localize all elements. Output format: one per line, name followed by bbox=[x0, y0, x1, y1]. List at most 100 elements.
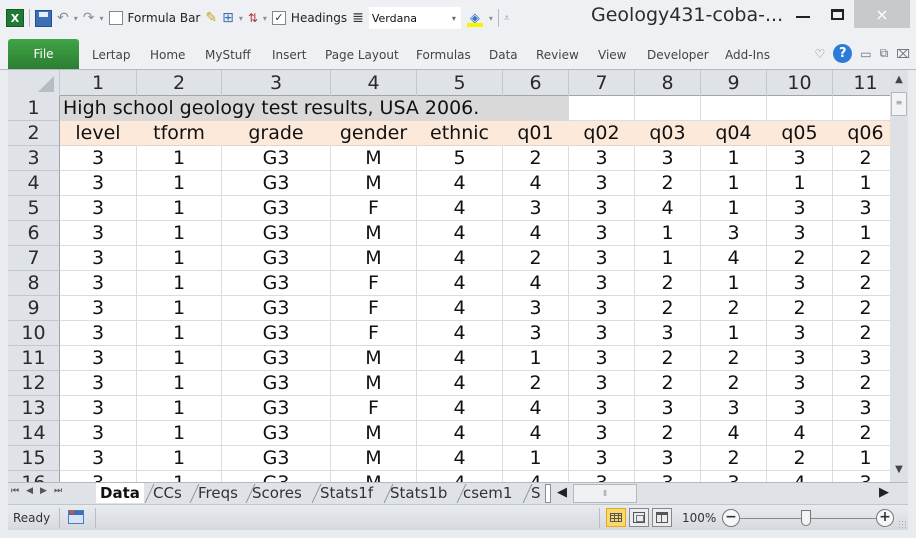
cell[interactable]: 4 bbox=[417, 346, 503, 371]
cell[interactable]: 4 bbox=[417, 321, 503, 346]
tab-mystuff[interactable]: MyStuff bbox=[205, 48, 251, 62]
undo-icon[interactable]: ↶ bbox=[57, 10, 69, 26]
cell[interactable]: 3 bbox=[60, 321, 137, 346]
cell[interactable]: 4 bbox=[417, 371, 503, 396]
cell[interactable]: 4 bbox=[417, 171, 503, 196]
cell[interactable]: 4 bbox=[635, 196, 701, 221]
cell[interactable]: 4 bbox=[503, 396, 569, 421]
cell[interactable]: 3 bbox=[503, 321, 569, 346]
cell[interactable]: 1 bbox=[137, 396, 222, 421]
cell[interactable]: 2 bbox=[833, 321, 890, 346]
cell[interactable]: 3 bbox=[569, 346, 635, 371]
cell[interactable]: 2 bbox=[503, 371, 569, 396]
cell[interactable]: 3 bbox=[635, 146, 701, 171]
vertical-scroll-thumb[interactable]: ≡ bbox=[891, 92, 907, 116]
cell[interactable]: 4 bbox=[417, 421, 503, 446]
cell[interactable]: 1 bbox=[137, 471, 222, 482]
worksheet-grid[interactable]: 1234567891011 1High school geology test … bbox=[8, 70, 890, 482]
cell[interactable]: 3 bbox=[60, 271, 137, 296]
next-sheet-icon[interactable]: ▶ bbox=[40, 486, 47, 496]
cell[interactable]: 4 bbox=[417, 446, 503, 471]
page-layout-view-button[interactable] bbox=[629, 508, 649, 527]
record-macro-icon[interactable] bbox=[68, 510, 84, 524]
select-all-corner[interactable] bbox=[8, 70, 60, 96]
row-number[interactable]: 2 bbox=[8, 121, 60, 146]
zoom-slider-thumb[interactable] bbox=[801, 510, 811, 526]
help-icon[interactable]: ? bbox=[833, 44, 852, 63]
cell[interactable]: 1 bbox=[137, 296, 222, 321]
cell[interactable]: F bbox=[331, 296, 417, 321]
row-number[interactable]: 4 bbox=[8, 171, 60, 196]
column-heading[interactable]: 6 bbox=[503, 70, 569, 96]
cell[interactable]: 1 bbox=[137, 421, 222, 446]
cell[interactable]: M bbox=[331, 171, 417, 196]
cell[interactable]: 4 bbox=[503, 221, 569, 246]
tab-developer[interactable]: Developer bbox=[647, 48, 709, 62]
save-icon[interactable] bbox=[35, 10, 52, 27]
cell[interactable] bbox=[635, 96, 701, 121]
cell[interactable]: 1 bbox=[635, 246, 701, 271]
font-name-select[interactable]: Verdana ▾ bbox=[369, 7, 461, 29]
header-cell[interactable]: q02 bbox=[569, 121, 635, 146]
horizontal-scroll-thumb[interactable]: ⦀ bbox=[573, 484, 637, 503]
cell[interactable]: 2 bbox=[767, 246, 833, 271]
column-heading[interactable]: 7 bbox=[569, 70, 635, 96]
cell[interactable]: 3 bbox=[569, 296, 635, 321]
cell[interactable]: 3 bbox=[767, 221, 833, 246]
cell[interactable]: 1 bbox=[137, 196, 222, 221]
cell[interactable]: 3 bbox=[60, 296, 137, 321]
customize-qat-icon[interactable]: ⩡ bbox=[504, 13, 510, 24]
row-number[interactable]: 8 bbox=[8, 271, 60, 296]
borders-dropdown-icon[interactable]: ▾ bbox=[239, 14, 243, 23]
cell[interactable]: 2 bbox=[503, 146, 569, 171]
cell[interactable]: 2 bbox=[635, 421, 701, 446]
cell[interactable]: G3 bbox=[222, 446, 331, 471]
resize-grip[interactable] bbox=[898, 520, 906, 528]
cell[interactable]: 3 bbox=[60, 396, 137, 421]
cell[interactable]: 4 bbox=[503, 171, 569, 196]
row-number[interactable]: 12 bbox=[8, 371, 60, 396]
redo-icon[interactable]: ↷ bbox=[83, 10, 95, 26]
scroll-down-icon[interactable]: ▼ bbox=[890, 464, 908, 480]
cell[interactable]: 1 bbox=[701, 146, 767, 171]
font-dropdown-icon[interactable]: ▾ bbox=[452, 14, 456, 23]
cell[interactable]: M bbox=[331, 146, 417, 171]
cell[interactable]: 3 bbox=[60, 221, 137, 246]
cell[interactable]: F bbox=[331, 196, 417, 221]
cell[interactable]: 2 bbox=[767, 296, 833, 321]
sheet-title-cell[interactable]: High school geology test results, USA 20… bbox=[60, 96, 569, 121]
sheet-tab-stats1f[interactable]: Stats1f bbox=[320, 483, 373, 503]
tab-lertap[interactable]: Lertap bbox=[92, 48, 130, 62]
cell[interactable]: 2 bbox=[767, 446, 833, 471]
workbook-minimize-icon[interactable]: ▭ bbox=[860, 47, 871, 61]
cell[interactable]: 3 bbox=[767, 146, 833, 171]
fill-color-icon[interactable]: ◈ bbox=[466, 9, 484, 27]
cell[interactable]: 2 bbox=[833, 371, 890, 396]
header-cell[interactable]: gender bbox=[331, 121, 417, 146]
cell[interactable]: 1 bbox=[137, 146, 222, 171]
cell[interactable]: 3 bbox=[503, 296, 569, 321]
cell[interactable]: 1 bbox=[767, 171, 833, 196]
header-cell[interactable]: tform bbox=[137, 121, 222, 146]
headings-checkbox[interactable]: ✓ bbox=[272, 11, 286, 25]
cell[interactable]: 3 bbox=[767, 196, 833, 221]
cell[interactable]: 2 bbox=[701, 446, 767, 471]
zoom-in-button[interactable]: + bbox=[876, 509, 894, 527]
cell[interactable]: 3 bbox=[767, 346, 833, 371]
cell[interactable]: 3 bbox=[569, 171, 635, 196]
tab-review[interactable]: Review bbox=[536, 48, 579, 62]
cell[interactable]: M bbox=[331, 221, 417, 246]
cell[interactable]: 3 bbox=[569, 246, 635, 271]
cell[interactable]: 4 bbox=[417, 221, 503, 246]
cell[interactable]: 4 bbox=[503, 471, 569, 482]
cell[interactable]: 2 bbox=[701, 296, 767, 321]
cell[interactable]: M bbox=[331, 346, 417, 371]
column-heading[interactable]: 3 bbox=[222, 70, 331, 96]
cell[interactable]: 4 bbox=[767, 471, 833, 482]
column-heading[interactable]: 1 bbox=[60, 70, 137, 96]
sort-filter-icon[interactable]: ⇅ bbox=[248, 11, 258, 25]
cell[interactable]: 1 bbox=[701, 271, 767, 296]
zoom-level[interactable]: 100% bbox=[682, 511, 716, 525]
tab-file[interactable]: File bbox=[8, 39, 79, 69]
cell[interactable]: 4 bbox=[767, 421, 833, 446]
